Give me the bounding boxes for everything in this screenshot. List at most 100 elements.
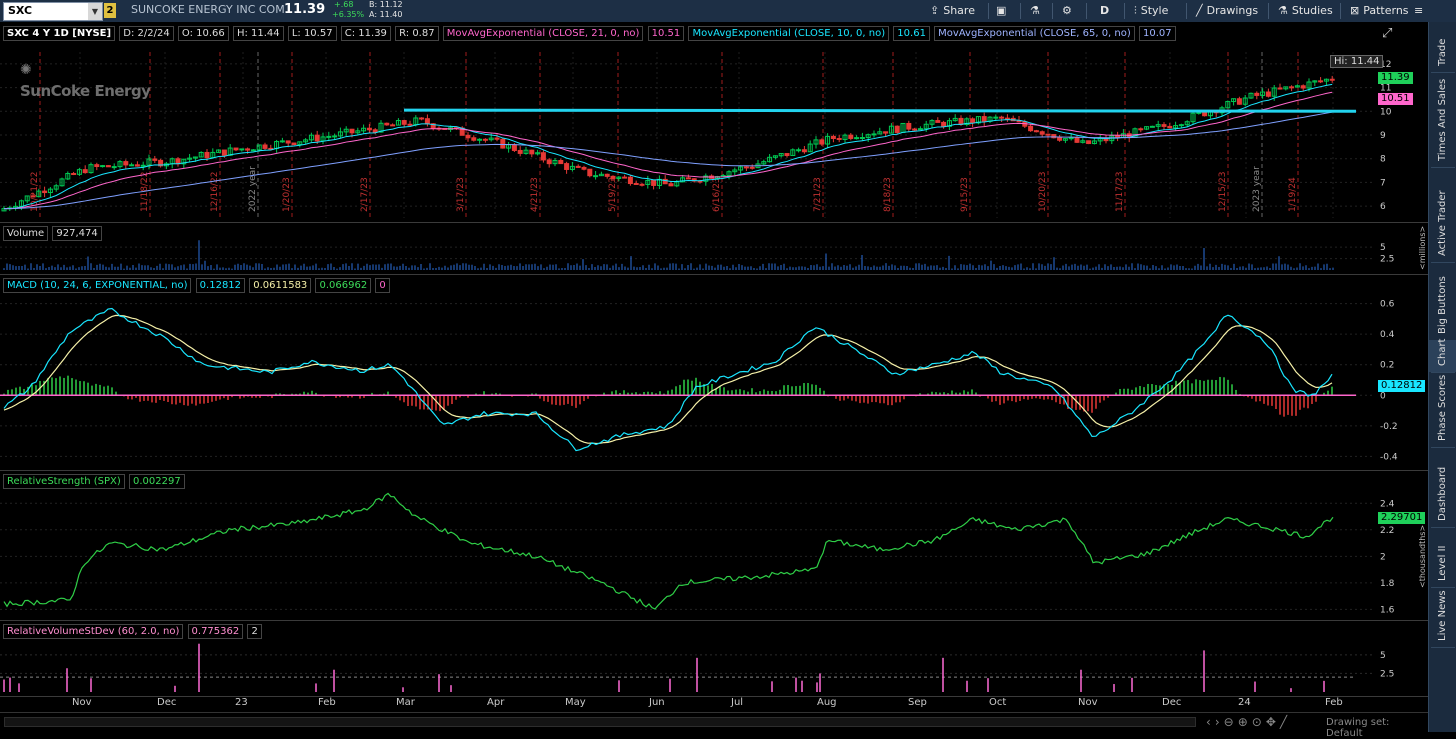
- date-marker-label: 1/20/23: [282, 177, 292, 212]
- share-icon: ⇪: [930, 4, 940, 17]
- candle-body: [575, 165, 581, 168]
- sidebar-tab-times-and-sales[interactable]: Times And Sales: [1429, 72, 1456, 167]
- candle-body: [836, 138, 842, 141]
- date-marker-label: 2022 year: [248, 166, 258, 212]
- more-button[interactable]: ≡: [1414, 0, 1423, 22]
- date-readout: D: 2/2/24: [119, 26, 174, 41]
- chevron-down-icon[interactable]: ▼: [88, 3, 102, 20]
- sidebar-tab-live-news[interactable]: Live News: [1429, 587, 1456, 647]
- date-marker-label: 2/17/23: [360, 177, 370, 212]
- studies-button[interactable]: ⚗ Studies: [1278, 0, 1333, 22]
- macd-header: MACD (10, 24, 6, EXPONENTIAL, no) 0.1281…: [3, 278, 391, 293]
- sidebar-tab-label: Dashboard: [1437, 466, 1448, 521]
- last-price: 11.39: [284, 2, 326, 17]
- candle-body: [245, 148, 251, 151]
- ema21-label[interactable]: MovAvgExponential (CLOSE, 21, 0, no): [442, 26, 644, 41]
- candle-body: [291, 142, 297, 145]
- status-bar: ‹›⊖⊕⊙✥╱ Drawing set: Default: [0, 712, 1428, 739]
- link-group-badge[interactable]: 2: [104, 3, 116, 18]
- scroll-right-icon[interactable]: ›: [1215, 715, 1224, 729]
- sidebar-tab-label: Live News: [1437, 590, 1448, 641]
- candle-body: [587, 168, 593, 177]
- patterns-button[interactable]: ⊠ Patterns: [1350, 0, 1409, 22]
- candle-body: [1149, 125, 1155, 128]
- sidebar-tab-dashboard[interactable]: Dashboard: [1429, 447, 1456, 527]
- drawing-set-label[interactable]: Drawing set: Default: [1326, 717, 1428, 739]
- sidebar-tab-chart[interactable]: Chart: [1429, 339, 1456, 372]
- price-header: SXC 4 Y 1D [NYSE] D: 2/2/24 O: 10.66 H: …: [3, 26, 1177, 41]
- volume-pane[interactable]: 5 2.5 Volume 927,474 <millions>: [0, 222, 1428, 275]
- ema10-line: [3, 83, 1333, 210]
- price-axis-tick: 6: [1380, 202, 1386, 212]
- drawings-button[interactable]: ╱ Drawings: [1196, 0, 1258, 22]
- chart-area[interactable]: 10/21/22 11/18/22 12/16/22 2022 year 1/20/23…: [0, 22, 1428, 710]
- relative-volume-pane[interactable]: 5 2.5 RelativeVolumeStDev (60, 2.0, no) 0…: [0, 620, 1428, 697]
- ema10-label[interactable]: MovAvgExponential (CLOSE, 10, 0, no): [688, 26, 890, 41]
- candle-body: [1329, 78, 1335, 81]
- draw-icon[interactable]: ╱: [1280, 715, 1291, 729]
- auto-scale-icon[interactable]: ⤢: [1382, 26, 1392, 41]
- rs-label[interactable]: RelativeStrength (SPX): [3, 474, 125, 489]
- sidebar-tab-phase-scores[interactable]: Phase Scores: [1429, 372, 1456, 447]
- volume-label[interactable]: Volume: [3, 226, 49, 241]
- macd-label[interactable]: MACD (10, 24, 6, EXPONENTIAL, no): [3, 278, 192, 293]
- relative-strength-pane[interactable]: 2.4 2.2 2 1.8 1.6 RelativeStrength (SPX) 0.0…: [0, 470, 1428, 621]
- settings-button[interactable]: ⚙: [1062, 0, 1072, 22]
- close-readout: C: 11.39: [340, 26, 391, 41]
- zoom-fit-icon[interactable]: ⊙: [1252, 715, 1266, 729]
- candle-body: [604, 173, 610, 177]
- date-marker-label: 3/17/23: [456, 177, 466, 212]
- pan-icon[interactable]: ✥: [1266, 715, 1280, 729]
- x-axis-month-label: 24: [1238, 697, 1251, 708]
- rvol-label[interactable]: RelativeVolumeStDev (60, 2.0, no): [3, 624, 184, 639]
- date-marker-label: 10/20/23: [1038, 172, 1048, 212]
- x-axis: Nov Dec 23 Feb Mar Apr May Jun Jul Aug Sep Oct Nov De…: [0, 696, 1428, 710]
- candle-body: [482, 138, 488, 141]
- screenshot-button[interactable]: ▣: [996, 0, 1006, 22]
- candle-body: [511, 144, 517, 151]
- candle-body: [935, 120, 941, 123]
- rs-axis-tick: 2.2: [1380, 526, 1394, 536]
- scroll-left-icon[interactable]: ‹: [1206, 715, 1215, 729]
- flask-button[interactable]: ⚗: [1030, 0, 1040, 22]
- candle-body: [941, 121, 947, 127]
- zoom-controls[interactable]: ‹›⊖⊕⊙✥╱: [1206, 715, 1291, 729]
- sidebar-tab-level-ii[interactable]: Level II: [1429, 527, 1456, 587]
- macd-axis-tick: 0.6: [1380, 300, 1395, 310]
- macd-pane[interactable]: 0.6 0.4 0.2 0 -0.2 -0.4 MACD (10, 24, 6, EXPO…: [0, 274, 1428, 471]
- candle-body: [1033, 130, 1039, 133]
- ema65-label[interactable]: MovAvgExponential (CLOSE, 65, 0, no): [934, 26, 1135, 41]
- style-button[interactable]: ⫶ Style: [1134, 0, 1168, 22]
- sidebar-tab-label: Active Trader: [1437, 190, 1448, 256]
- date-marker-label: 8/18/23: [883, 177, 893, 212]
- candle-body: [1028, 125, 1034, 132]
- zoom-out-icon[interactable]: ⊖: [1224, 715, 1238, 729]
- rs-value: 0.002297: [128, 474, 185, 489]
- zoom-in-icon[interactable]: ⊕: [1238, 715, 1252, 729]
- sidebar-tab-trade[interactable]: Trade: [1429, 22, 1456, 72]
- date-marker-label: 1/19/24: [1288, 177, 1298, 212]
- sidebar-tab-active-trader[interactable]: Active Trader: [1429, 167, 1456, 262]
- horizontal-scrollbar[interactable]: [4, 717, 1196, 727]
- patterns-label: Patterns: [1363, 4, 1409, 17]
- symbol-input[interactable]: SXC ▼: [3, 2, 103, 21]
- candle-body: [1138, 128, 1144, 131]
- candle-body: [685, 177, 691, 180]
- candle-body: [848, 134, 854, 139]
- volume-value: 927,474: [52, 226, 102, 241]
- sidebar-tab-label: Level II: [1437, 545, 1448, 581]
- chart-title: SXC 4 Y 1D [NYSE]: [3, 26, 116, 41]
- price-pane[interactable]: 10/21/22 11/18/22 12/16/22 2022 year 1/20/23…: [0, 22, 1428, 223]
- candle-body: [894, 125, 900, 133]
- x-axis-month-label: Dec: [1162, 697, 1182, 708]
- rvol-axis-tick: 5: [1380, 651, 1386, 661]
- candle-body: [830, 135, 836, 140]
- candle-body: [529, 149, 535, 155]
- share-button[interactable]: ⇪ Share: [930, 0, 975, 22]
- camera-icon: ▣: [996, 4, 1007, 17]
- candle-body: [1167, 125, 1173, 129]
- sidebar-tab-big-buttons[interactable]: Big Buttons: [1429, 262, 1456, 340]
- high-label: Hi: 11.44: [1330, 55, 1384, 68]
- candle-body: [1039, 131, 1045, 135]
- period-button[interactable]: D: [1100, 0, 1109, 22]
